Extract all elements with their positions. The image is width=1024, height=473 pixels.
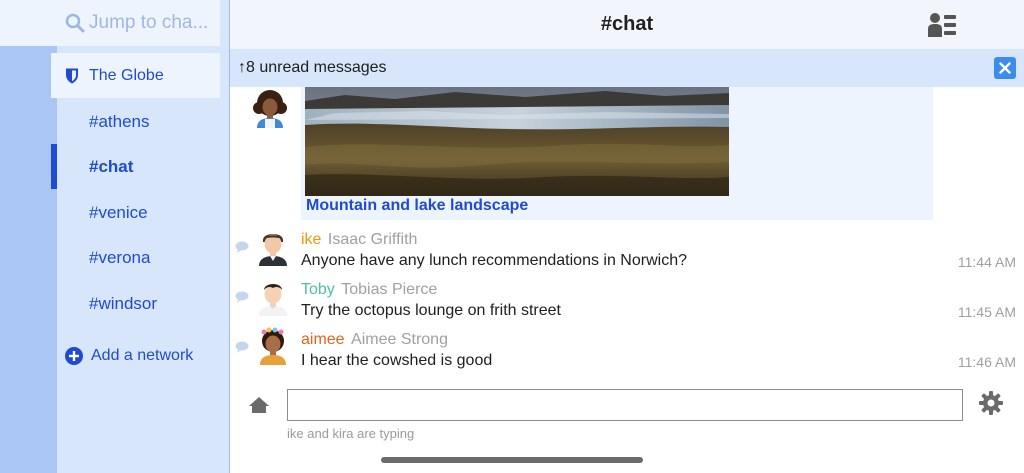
chat-bubble-icon xyxy=(235,241,249,253)
message-text: Try the octopus lounge on frith street xyxy=(301,302,561,319)
home-icon[interactable] xyxy=(248,395,270,415)
message-time: 11:46 AM xyxy=(957,354,1016,370)
message-row: aimee Aimee Strong I hear the cowshed is… xyxy=(301,331,941,370)
close-icon xyxy=(999,62,1011,74)
avatar[interactable] xyxy=(254,278,292,316)
chat-bubble-icon xyxy=(235,341,249,353)
preview-title[interactable]: Mountain and lake landscape xyxy=(306,197,528,215)
chat-bubble-icon xyxy=(235,291,249,303)
search-icon xyxy=(65,13,85,33)
message-text: Anyone have any lunch recommendations in… xyxy=(301,252,687,269)
message-nick[interactable]: ike xyxy=(301,231,321,248)
plus-circle-icon xyxy=(65,347,83,365)
channel-chat[interactable]: #chat xyxy=(57,144,229,189)
close-unread-button[interactable] xyxy=(994,57,1016,79)
message-realname: Tobias Pierce xyxy=(341,281,438,298)
network-name: The Globe xyxy=(89,66,164,84)
channel-venice[interactable]: #venice xyxy=(57,190,229,235)
add-network-button[interactable]: Add a network xyxy=(57,336,229,376)
message-time: 11:45 AM xyxy=(957,304,1016,320)
message-time: 11:44 AM xyxy=(957,254,1016,270)
channel-verona[interactable]: #verona xyxy=(57,235,229,280)
search-area xyxy=(57,0,229,46)
unread-messages-bar[interactable]: ↑8 unread messages xyxy=(230,49,1024,87)
members-icon[interactable] xyxy=(928,12,958,38)
message-nick[interactable]: Toby xyxy=(301,281,335,298)
channel-title: #chat xyxy=(600,13,654,35)
unread-label: ↑8 unread messages xyxy=(238,59,387,76)
network-rail xyxy=(0,0,57,473)
message-row: Toby Tobias Pierce Try the octopus loung… xyxy=(301,281,941,320)
avatar[interactable] xyxy=(251,90,289,128)
network-item-the-globe[interactable]: The Globe xyxy=(51,53,220,98)
message-text: I hear the cowshed is good xyxy=(301,352,493,369)
search-box[interactable] xyxy=(57,0,220,46)
typing-indicator: ike and kira are typing xyxy=(287,426,415,441)
channel-header: #chat xyxy=(230,0,1024,49)
message-input[interactable] xyxy=(287,389,963,421)
link-preview-card[interactable]: Mountain and lake landscape xyxy=(301,87,933,220)
rail-top xyxy=(0,0,57,46)
message-row: ike Isaac Griffith Anyone have any lunch… xyxy=(301,231,941,270)
landscape-image xyxy=(305,87,729,196)
message-nick[interactable]: aimee xyxy=(301,331,345,348)
message-realname: Aimee Strong xyxy=(351,331,448,348)
channel-windsor[interactable]: #windsor xyxy=(57,281,229,326)
shield-icon xyxy=(66,68,78,84)
gear-icon[interactable] xyxy=(979,391,1003,415)
avatar[interactable] xyxy=(254,228,292,266)
message-realname: Isaac Griffith xyxy=(327,231,418,248)
add-network-label: Add a network xyxy=(91,347,194,364)
home-indicator[interactable] xyxy=(381,457,643,463)
avatar[interactable] xyxy=(254,327,292,365)
channel-athens[interactable]: #athens xyxy=(57,99,229,144)
search-input[interactable] xyxy=(89,12,217,34)
